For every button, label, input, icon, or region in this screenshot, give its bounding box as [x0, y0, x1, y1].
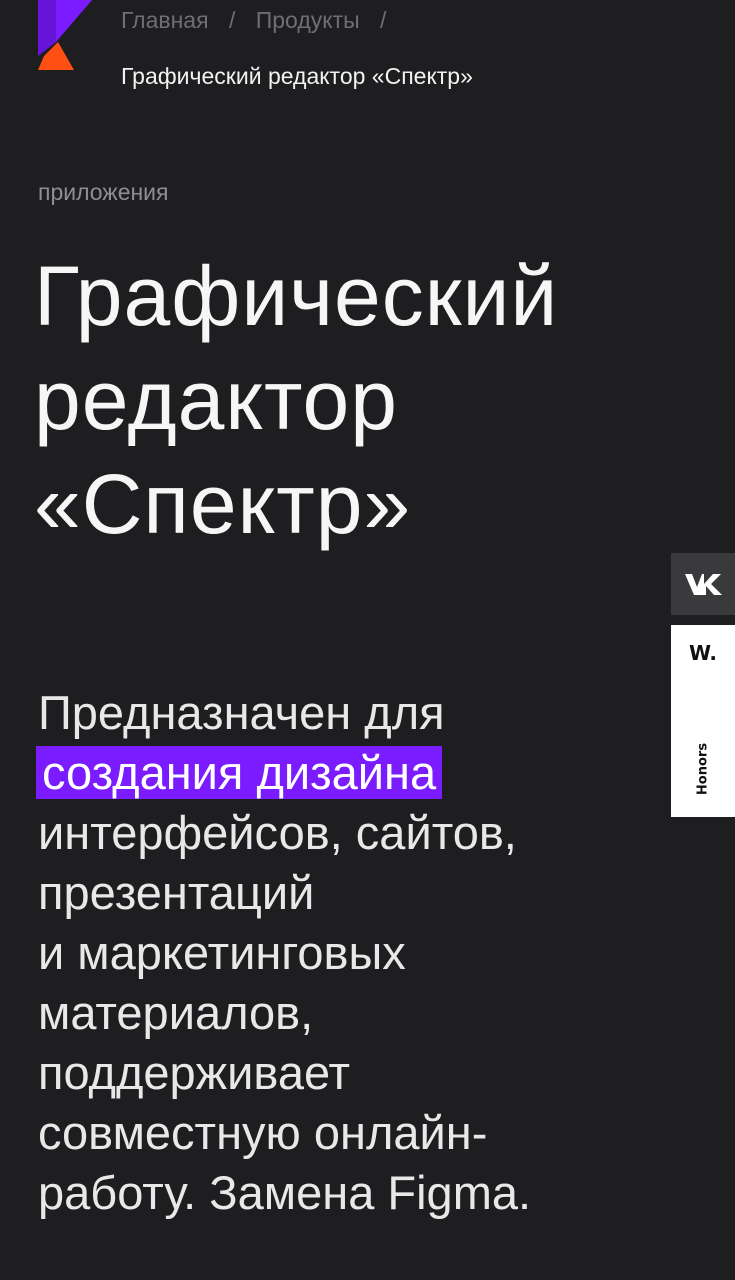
page-title-line: редактор: [34, 353, 398, 447]
breadcrumb-products-link[interactable]: Продукты: [256, 7, 360, 33]
side-widget: W. Honors: [671, 553, 735, 817]
description-line: интерфейсов, сайтов,: [38, 806, 517, 859]
breadcrumb-home-link[interactable]: Главная: [121, 7, 209, 33]
description-line: работу. Замена Figma.: [38, 1166, 532, 1219]
product-description: Предназначен для создания дизайна интерф…: [36, 683, 668, 1223]
breadcrumb-separator: /: [228, 7, 236, 33]
description-highlight: создания дизайна: [36, 746, 443, 799]
brand-logo-icon[interactable]: [38, 0, 92, 70]
page-title-line: «Спектр»: [34, 457, 412, 551]
vk-icon: [685, 574, 722, 595]
page-title: Графический редактор «Спектр»: [34, 244, 674, 556]
description-line: презентаций: [38, 866, 315, 919]
description-line: Предназначен для: [38, 686, 445, 739]
description-line: и маркетинговых: [38, 926, 406, 979]
description-line: совместную онлайн-: [38, 1106, 488, 1159]
breadcrumb-separator: /: [380, 7, 387, 33]
page-title-line: Графический: [34, 249, 559, 343]
description-line: поддерживает: [38, 1046, 351, 1099]
honors-label: Honors: [695, 742, 711, 796]
breadcrumb: Главная / Продукты /: [121, 4, 400, 36]
breadcrumb-current-page: Графический редактор «Спектр»: [121, 63, 473, 89]
category-label: приложения: [38, 179, 169, 205]
honors-badge[interactable]: W. Honors: [671, 625, 735, 817]
description-highlight-line: создания дизайна: [36, 743, 668, 803]
description-line: материалов,: [38, 986, 314, 1039]
vk-share-button[interactable]: [671, 553, 735, 615]
honors-logo: W.: [688, 641, 718, 665]
